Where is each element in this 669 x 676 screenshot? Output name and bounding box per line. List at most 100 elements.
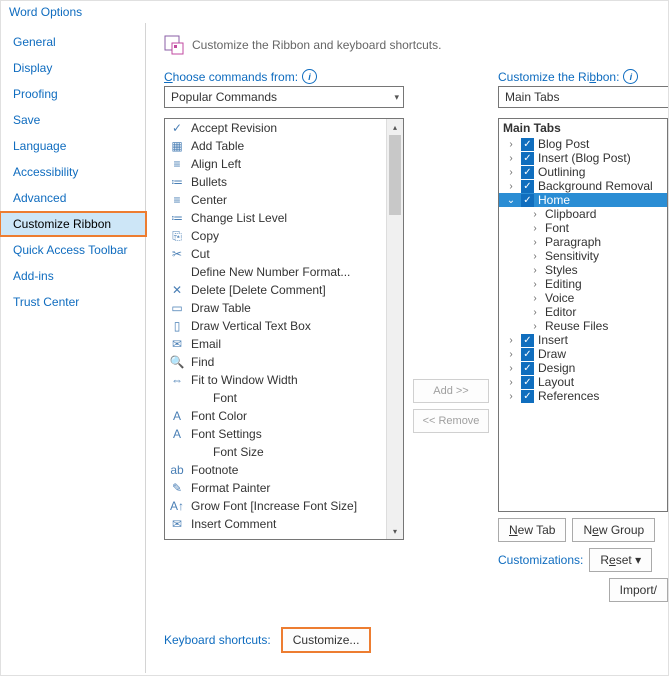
choose-commands-value: Popular Commands [171,90,277,104]
command-fit-to-window-width[interactable]: ⇔Fit to Window Width [165,371,403,389]
customize-ribbon-dropdown[interactable]: Main Tabs [498,86,668,108]
chevron-right-icon[interactable]: › [505,167,517,178]
tree-node-layout[interactable]: ›✓Layout [499,375,667,389]
checkbox[interactable]: ✓ [521,166,534,179]
commands-listbox[interactable]: ✓Accept Revision▦Add Table▸≡Align Left≔B… [164,118,404,540]
import-export-button[interactable]: Import/ [609,578,668,602]
command-define-new-number-format-[interactable]: Define New Number Format... [165,263,403,281]
checkbox[interactable]: ✓ [521,194,534,207]
command-email[interactable]: ✉Email [165,335,403,353]
chevron-right-icon[interactable]: › [529,209,541,220]
tree-node-insert[interactable]: ›✓Insert [499,333,667,347]
command-font-settings[interactable]: AFont Settings [165,425,403,443]
chevron-right-icon[interactable]: › [529,223,541,234]
tree-node-insert-blog-post-[interactable]: ›✓Insert (Blog Post) [499,151,667,165]
command-find[interactable]: 🔍Find [165,353,403,371]
command-font-size[interactable]: Font SizeI▾ [165,443,403,461]
tree-node-reuse-files[interactable]: ›Reuse Files [499,319,667,333]
checkbox[interactable]: ✓ [521,152,534,165]
chevron-right-icon[interactable]: › [529,293,541,304]
checkbox[interactable]: ✓ [521,348,534,361]
tree-node-draw[interactable]: ›✓Draw [499,347,667,361]
sidebar-item-add-ins[interactable]: Add-ins [1,263,145,289]
chevron-right-icon[interactable]: › [505,377,517,388]
sidebar-item-advanced[interactable]: Advanced [1,185,145,211]
sidebar-item-proofing[interactable]: Proofing [1,81,145,107]
command-bullets[interactable]: ≔Bullets▸ [165,173,403,191]
chevron-right-icon[interactable]: › [505,153,517,164]
sidebar-item-display[interactable]: Display [1,55,145,81]
tree-node-design[interactable]: ›✓Design [499,361,667,375]
chevron-right-icon[interactable]: › [529,265,541,276]
command-add-table[interactable]: ▦Add Table▸ [165,137,403,155]
command-cut[interactable]: ✂Cut [165,245,403,263]
new-tab-button[interactable]: New Tab [498,518,566,542]
command-format-painter[interactable]: ✎Format Painter [165,479,403,497]
command-accept-revision[interactable]: ✓Accept Revision [165,119,403,137]
sidebar-item-save[interactable]: Save [1,107,145,133]
tree-node-editor[interactable]: ›Editor [499,305,667,319]
command-draw-vertical-text-box[interactable]: ▯Draw Vertical Text Box [165,317,403,335]
tree-node-blog-post[interactable]: ›✓Blog Post [499,137,667,151]
tree-node-clipboard[interactable]: ›Clipboard [499,207,667,221]
chevron-right-icon[interactable]: › [529,307,541,318]
chevron-right-icon[interactable]: › [505,363,517,374]
sidebar-item-customize-ribbon[interactable]: Customize Ribbon [0,211,147,237]
tree-node-voice[interactable]: ›Voice [499,291,667,305]
tree-node-paragraph[interactable]: ›Paragraph [499,235,667,249]
chevron-right-icon[interactable]: › [529,237,541,248]
command-font[interactable]: FontI▾ [165,389,403,407]
chevron-right-icon[interactable]: › [529,279,541,290]
sidebar-item-language[interactable]: Language [1,133,145,159]
chevron-right-icon[interactable]: › [505,349,517,360]
sidebar-item-trust-center[interactable]: Trust Center [1,289,145,315]
sidebar-item-quick-access-toolbar[interactable]: Quick Access Toolbar [1,237,145,263]
scroll-down-icon[interactable]: ▾ [387,523,403,539]
scroll-thumb[interactable] [389,135,401,215]
command-center[interactable]: ≡Center [165,191,403,209]
command-copy[interactable]: ⎘Copy [165,227,403,245]
command-draw-table[interactable]: ▭Draw Table [165,299,403,317]
reset-button[interactable]: Reset ▾ [589,548,652,572]
checkbox[interactable]: ✓ [521,138,534,151]
choose-commands-dropdown[interactable]: Popular Commands ▾ [164,86,404,108]
tree-node-home[interactable]: ⌄✓Home [499,193,667,207]
info-icon[interactable]: i [302,69,317,84]
info-icon[interactable]: i [623,69,638,84]
chevron-down-icon[interactable]: ⌄ [505,195,517,206]
scroll-up-icon[interactable]: ▴ [387,119,403,135]
command-change-list-level[interactable]: ≔Change List Level▸ [165,209,403,227]
chevron-right-icon[interactable]: › [529,251,541,262]
new-group-button[interactable]: New Group [572,518,655,542]
checkbox[interactable]: ✓ [521,362,534,375]
command-align-left[interactable]: ≡Align Left [165,155,403,173]
command-footnote[interactable]: abFootnote [165,461,403,479]
chevron-right-icon[interactable]: › [505,181,517,192]
sidebar-item-general[interactable]: General [1,29,145,55]
command-font-color[interactable]: AFont Color▸ [165,407,403,425]
tree-node-background-removal[interactable]: ›✓Background Removal [499,179,667,193]
chevron-right-icon[interactable]: › [505,391,517,402]
scrollbar[interactable]: ▴ ▾ [386,119,403,539]
sidebar-item-accessibility[interactable]: Accessibility [1,159,145,185]
command-delete-delete-comment-[interactable]: ✕Delete [Delete Comment] [165,281,403,299]
command-icon: ✉ [169,516,185,532]
tree-node-styles[interactable]: ›Styles [499,263,667,277]
tree-node-sensitivity[interactable]: ›Sensitivity [499,249,667,263]
checkbox[interactable]: ✓ [521,390,534,403]
command-insert-comment[interactable]: ✉Insert Comment [165,515,403,533]
tree-node-outlining[interactable]: ›✓Outlining [499,165,667,179]
checkbox[interactable]: ✓ [521,180,534,193]
customize-keyboard-button[interactable]: Customize... [281,627,372,653]
command-grow-font-increase-font-size-[interactable]: A↑Grow Font [Increase Font Size] [165,497,403,515]
tree-node-font[interactable]: ›Font [499,221,667,235]
tree-header: Main Tabs [499,119,667,137]
chevron-right-icon[interactable]: › [529,321,541,332]
chevron-right-icon[interactable]: › [505,139,517,150]
ribbon-tree[interactable]: Main Tabs ›✓Blog Post›✓Insert (Blog Post… [498,118,668,512]
checkbox[interactable]: ✓ [521,334,534,347]
tree-node-references[interactable]: ›✓References [499,389,667,403]
chevron-right-icon[interactable]: › [505,335,517,346]
checkbox[interactable]: ✓ [521,376,534,389]
tree-node-editing[interactable]: ›Editing [499,277,667,291]
